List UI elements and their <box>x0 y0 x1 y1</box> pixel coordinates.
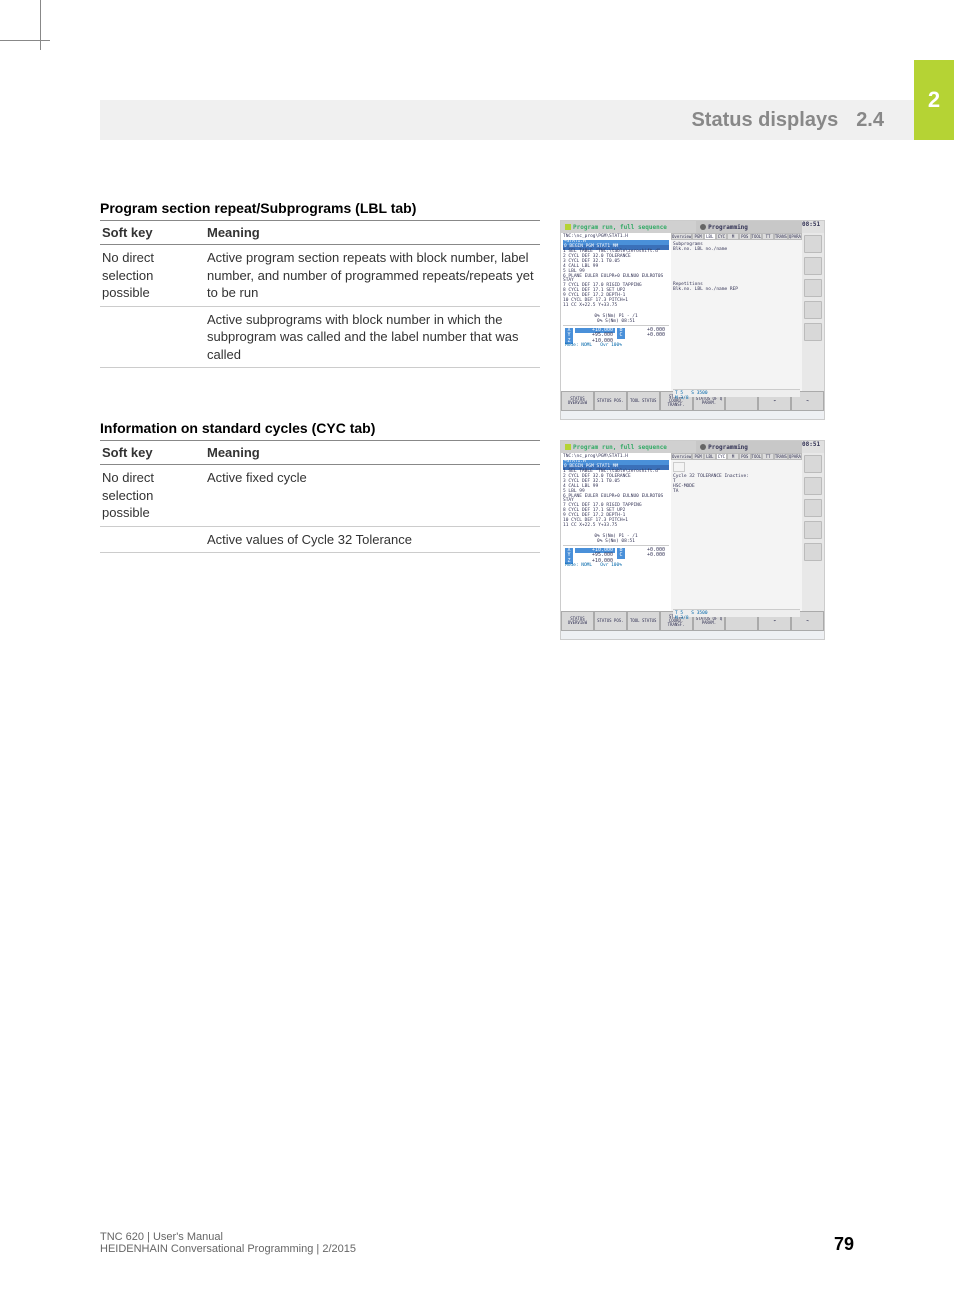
screenshot-cyc-tab: Program run, full sequence Programming 0… <box>560 440 825 640</box>
meaning-cell: Active subprograms with block number in … <box>205 306 540 368</box>
chapter-tab: 2 <box>914 60 954 140</box>
section2-table: Soft key Meaning No direct selection pos… <box>100 440 540 553</box>
col-meaning: Meaning <box>205 221 540 245</box>
page-number: 79 <box>834 1234 854 1255</box>
meaning-cell: Active values of Cycle 32 Tolerance <box>205 526 540 553</box>
running-header: Status displays 2.4 <box>100 100 914 140</box>
program-listing: TNC:\nc_prog\PGM\STAT1.H →STAT1.H 0 BEGI… <box>561 453 671 611</box>
sk-cell: No direct selection possible <box>100 245 205 307</box>
footer-line2: HEIDENHAIN Conversational Programming | … <box>100 1243 356 1255</box>
clock-area: 08:51 <box>802 221 824 233</box>
page-footer: TNC 620 | User's Manual HEIDENHAIN Conve… <box>100 1231 854 1255</box>
status-tabs: Overview PGM LBL CYC M POS TOOL TT TRANS… <box>671 453 802 460</box>
vertical-softkey-bar <box>802 453 824 611</box>
sk-cell: No direct selection possible <box>100 465 205 527</box>
status-tabs: Overview PGM LBL CYC M POS TOOL TT TRANS… <box>671 233 802 240</box>
section1-title: Program section repeat/Subprograms (LBL … <box>100 200 854 216</box>
program-listing: TNC:\nc_prog\PGM\STAT1.H →STAT1.H 0 BEGI… <box>561 233 671 391</box>
col-softkey: Soft key <box>100 221 205 245</box>
meaning-cell: Active program section repeats with bloc… <box>205 245 540 307</box>
header-title: Status displays <box>691 109 838 132</box>
meaning-cell: Active fixed cycle <box>205 465 540 527</box>
clock-area: 08:51 <box>802 441 824 453</box>
footer-line1: TNC 620 | User's Manual <box>100 1231 356 1243</box>
section2-title: Information on standard cycles (CYC tab) <box>100 420 854 436</box>
col-meaning: Meaning <box>205 441 540 465</box>
cyc-info-panel: Cycle 32 TOLERANCE Inactive: T HSC-MODE … <box>671 460 802 611</box>
vertical-softkey-bar <box>802 233 824 391</box>
section1-table: Soft key Meaning No direct selection pos… <box>100 220 540 368</box>
col-softkey: Soft key <box>100 441 205 465</box>
sk-cell <box>100 526 205 553</box>
header-number: 2.4 <box>856 109 884 132</box>
screenshot-lbl-tab: Program run, full sequence Programming 0… <box>560 220 825 420</box>
lbl-info-panel: Subprograms Blk.no. LBL no./name Repetit… <box>671 240 802 391</box>
sk-cell <box>100 306 205 368</box>
